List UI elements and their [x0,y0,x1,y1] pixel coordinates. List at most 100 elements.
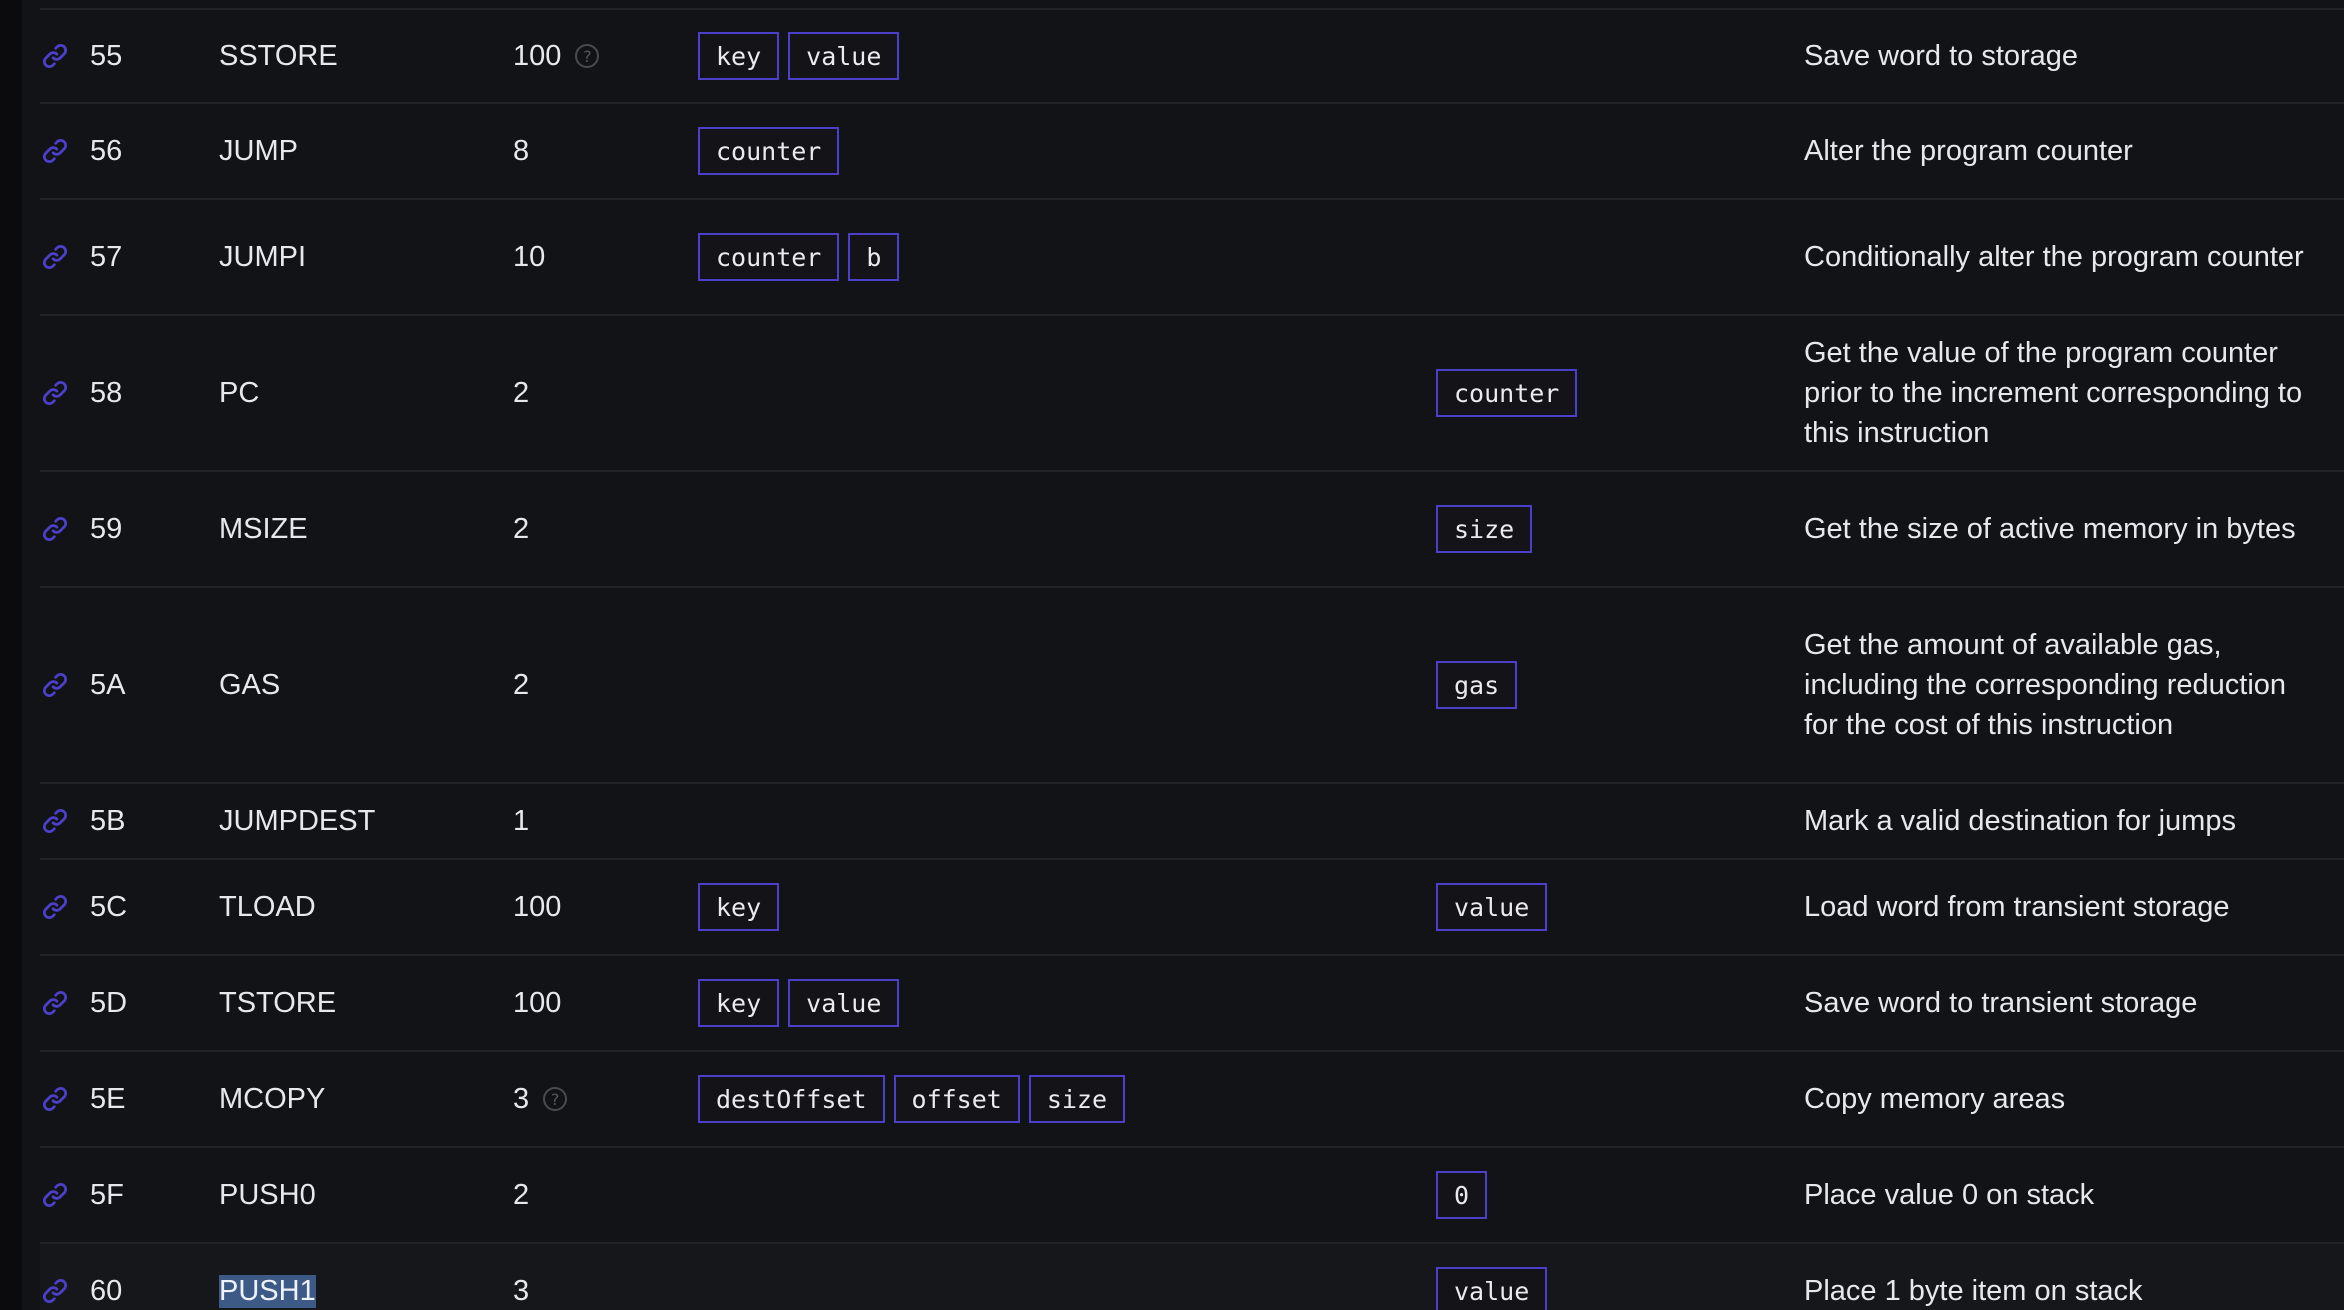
opcode-hex: 5E [90,1082,126,1115]
table-row: 5B JUMPDEST 1 Mark a valid destination for … [40,784,2344,860]
gas-cell: 2 [513,472,529,586]
stack-output-cell: size [1436,472,1533,586]
description-text: Get the value of the program counter pri… [1804,337,2303,449]
opcode-hex: 56 [90,134,123,167]
row-permalink[interactable] [40,472,80,586]
gas-cell: 1 [513,784,529,858]
link-icon [42,380,68,406]
dynamic-gas-help-icon[interactable]: ? [575,44,600,68]
opcode-name: MCOPY [219,1082,326,1115]
gas-value: 1 [513,804,530,837]
opcode-name: GAS [219,668,281,701]
stack-output-cell: value [1436,860,1548,954]
row-permalink[interactable] [40,860,80,954]
opcode-cell: 5B [90,784,125,858]
gas-value: 2 [513,1178,530,1211]
dynamic-gas-help-icon[interactable]: ? [543,1087,568,1111]
link-icon [42,43,68,69]
row-permalink[interactable] [40,1052,80,1146]
stack-output-cell: 0 [1436,1148,1488,1242]
opcode-name: PUSH1 [219,1274,316,1308]
description-cell: Get the amount of available gas, includi… [1804,588,2324,782]
opcode-cell: 5E [90,1052,125,1146]
stack-input-chip: size [1028,1075,1126,1123]
description-text: Place 1 byte item on stack [1804,1275,2143,1307]
stack-input-cell: key value [698,10,900,102]
gas-cell: 100? [513,10,600,102]
name-cell: PUSH0 [219,1148,316,1242]
stack-input-cell: key [698,860,780,954]
table-row: 5C TLOAD 100 key value Load word from transie… [40,860,2344,956]
stack-output-chip: value [1436,883,1548,931]
gas-cell: 10 [513,200,545,314]
description-text: Load word from transient storage [1804,891,2230,923]
table-row: 58 PC 2 counter Get the value of the program… [40,316,2344,472]
gas-value: 100 [513,890,562,923]
description-text: Alter the program counter [1804,135,2133,167]
row-permalink[interactable] [40,956,80,1050]
gas-value: 3 [513,1082,530,1115]
description-text: Conditionally alter the program counter [1804,241,2304,273]
gas-cell: 2 [513,588,529,782]
opcode-cell: 5D [90,956,127,1050]
gas-cell: 100 [513,956,561,1050]
description-cell: Copy memory areas [1804,1052,2324,1146]
table-body: 55 SSTORE 100? key value Save word to storage… [40,10,2344,1310]
opcode-name: MSIZE [219,512,308,545]
opcode-name: SSTORE [219,39,338,72]
gas-value: 8 [513,134,530,167]
opcode-cell: 57 [90,200,122,314]
gas-cell: 3 [513,1244,529,1310]
row-permalink[interactable] [40,588,80,782]
opcode-hex: 5F [90,1178,124,1211]
table-top-border [40,0,2344,10]
row-permalink[interactable] [40,104,80,198]
stack-input-chip: key [698,32,780,80]
name-cell: TSTORE [219,956,336,1050]
stack-input-cell: counter b [698,200,900,314]
gas-cell: 2 [513,1148,529,1242]
link-icon [42,1182,68,1208]
link-icon [42,1086,68,1112]
table-row: 5A GAS 2 gas Get the amount of available gas… [40,588,2344,784]
stack-input-cell: destOffset offset size [698,1052,1126,1146]
name-cell: TLOAD [219,860,316,954]
opcode-name: TLOAD [219,890,316,923]
opcode-cell: 55 [90,10,122,102]
gas-value: 2 [513,668,530,701]
opcode-name: JUMP [219,134,298,167]
table-row: 55 SSTORE 100? key value Save word to storage [40,10,2344,104]
row-permalink[interactable] [40,1244,80,1310]
gas-cell: 3? [513,1052,568,1146]
row-permalink[interactable] [40,200,80,314]
opcode-cell: 60 [90,1244,122,1310]
opcodes-table: 55 SSTORE 100? key value Save word to storage… [40,0,2344,1310]
stack-input-chip: value [788,979,900,1027]
row-permalink[interactable] [40,316,80,470]
row-permalink[interactable] [40,784,80,858]
row-permalink[interactable] [40,10,80,102]
stack-input-chip: b [848,233,900,281]
stack-input-chip: destOffset [698,1075,885,1123]
description-text: Mark a valid destination for jumps [1804,805,2236,837]
opcode-hex: 60 [90,1274,123,1307]
link-icon [42,808,68,834]
stack-input-chip: counter [698,233,840,281]
stack-output-chip: 0 [1436,1171,1488,1219]
link-icon [42,1278,68,1304]
description-cell: Save word to storage [1804,10,2324,102]
opcode-hex: 5C [90,890,128,923]
table-row: 57 JUMPI 10 counter b Conditionally alter the… [40,200,2344,316]
description-cell: Get the size of active memory in bytes [1804,472,2324,586]
stack-output-chip: gas [1436,661,1518,709]
gas-value: 2 [513,376,530,409]
name-cell: MSIZE [219,472,308,586]
opcode-cell: 58 [90,316,122,470]
name-cell: JUMP [219,104,298,198]
description-text: Get the amount of available gas, includi… [1804,629,2287,741]
row-permalink[interactable] [40,1148,80,1242]
stack-input-chip: counter [698,127,840,175]
opcode-cell: 5A [90,588,125,782]
stack-output-cell: value [1436,1244,1548,1310]
opcode-name: JUMPI [219,240,306,273]
